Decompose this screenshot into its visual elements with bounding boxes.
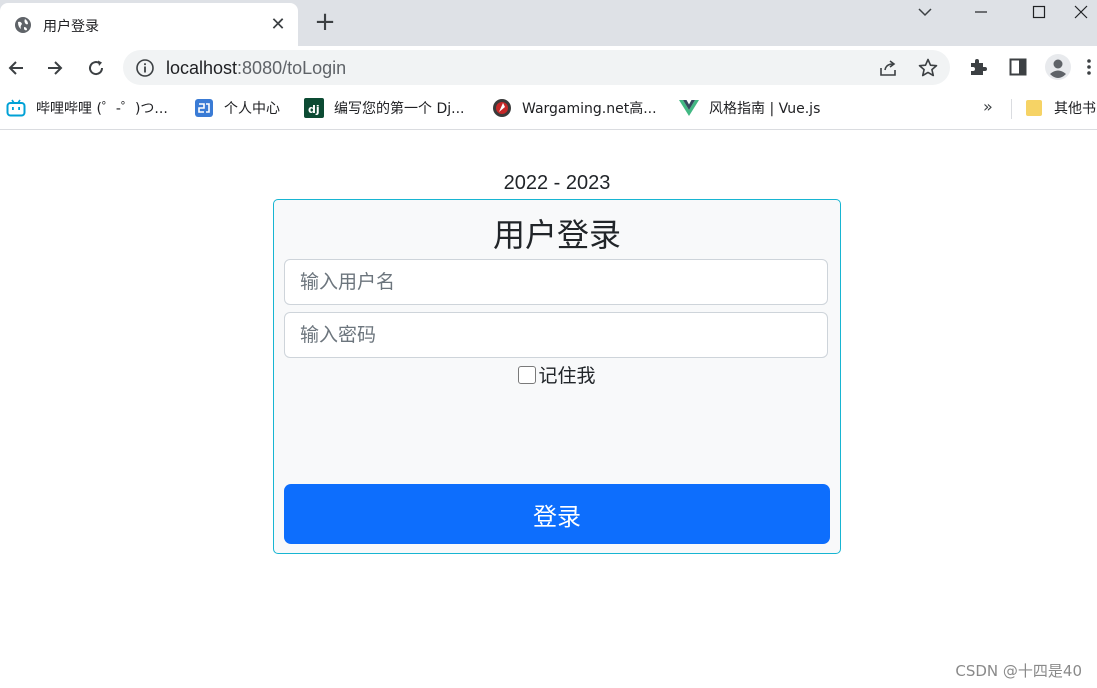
bookmarks-bar: 哔哩哔哩 (゜-゜)つ... 个人中心 dj 编写您的第一个 Dj... War… [0, 89, 1097, 130]
reload-icon[interactable] [82, 54, 110, 82]
vue-icon [679, 98, 699, 118]
bookmark-django[interactable]: dj 编写您的第一个 Dj... [304, 98, 464, 118]
bookmark-label: 个人中心 [224, 101, 280, 117]
share-icon[interactable] [877, 57, 899, 79]
remember-me[interactable]: 记住我 [274, 361, 840, 388]
bookmark-wargaming[interactable]: Wargaming.net高... [492, 98, 657, 118]
password-input[interactable] [284, 312, 828, 358]
bookmark-bilibili[interactable]: 哔哩哔哩 (゜-゜)つ... [6, 98, 168, 118]
url-path: :8080/toLogin [237, 58, 347, 78]
menu-dots-icon[interactable] [1086, 55, 1097, 79]
site-info-icon[interactable] [135, 58, 155, 78]
years-label: 2022 - 2023 [503, 172, 611, 194]
bookmark-vue[interactable]: 风格指南 | Vue.js [679, 98, 820, 118]
url-host: localhost [166, 58, 238, 78]
bookmark-label: 编写您的第一个 Dj... [334, 101, 465, 117]
side-panel-icon[interactable] [1006, 55, 1030, 79]
folder-icon [1024, 98, 1044, 118]
address-bar[interactable]: localhost:8080/toLogin [123, 50, 950, 85]
wargaming-icon [492, 98, 512, 118]
bookmarks-overflow-button[interactable]: » [983, 97, 993, 116]
close-window-icon[interactable] [1074, 0, 1097, 24]
login-button[interactable]: 登录 [284, 484, 830, 544]
new-tab-button[interactable]: + [312, 9, 338, 36]
tab-strip: 用户登录 ✕ + [0, 0, 1097, 46]
svg-text:dj: dj [308, 103, 320, 116]
bookmark-profile-center[interactable]: 个人中心 [194, 98, 280, 118]
login-title: 用户登录 [492, 216, 621, 254]
profile-center-icon [194, 98, 214, 118]
watermark: CSDN @十四是40 [955, 662, 1082, 680]
profile-avatar-icon[interactable] [1044, 53, 1072, 81]
tab-title: 用户登录 [43, 19, 99, 35]
username-input[interactable] [284, 259, 828, 305]
django-icon: dj [304, 98, 324, 118]
extensions-puzzle-icon[interactable] [966, 55, 990, 79]
bookmark-label: 其他书 [1054, 101, 1096, 117]
url-text: localhost:8080/toLogin [166, 58, 346, 79]
bookmark-other-folder[interactable]: 其他书 [1024, 98, 1096, 118]
bookmarks-divider [1011, 99, 1012, 119]
login-card: 用户登录 记住我 登录 [273, 199, 841, 554]
tab-search-chevron-icon[interactable] [902, 0, 948, 24]
browser-tab[interactable]: 用户登录 ✕ [0, 3, 298, 46]
bookmark-label: Wargaming.net高... [522, 101, 657, 117]
maximize-icon[interactable] [1016, 0, 1062, 24]
remember-checkbox[interactable] [518, 365, 537, 384]
globe-icon [14, 16, 32, 34]
back-arrow-icon[interactable] [2, 54, 30, 82]
bookmark-label: 哔哩哔哩 (゜-゜)つ... [36, 101, 168, 117]
bilibili-icon [6, 98, 26, 118]
remember-label: 记住我 [538, 365, 596, 387]
forward-arrow-icon[interactable] [41, 54, 69, 82]
tab-close-icon[interactable]: ✕ [266, 13, 290, 37]
bookmark-star-icon[interactable] [917, 57, 939, 79]
minimize-icon[interactable] [958, 0, 1004, 24]
bookmark-label: 风格指南 | Vue.js [709, 101, 821, 117]
browser-toolbar: localhost:8080/toLogin [0, 46, 1097, 89]
